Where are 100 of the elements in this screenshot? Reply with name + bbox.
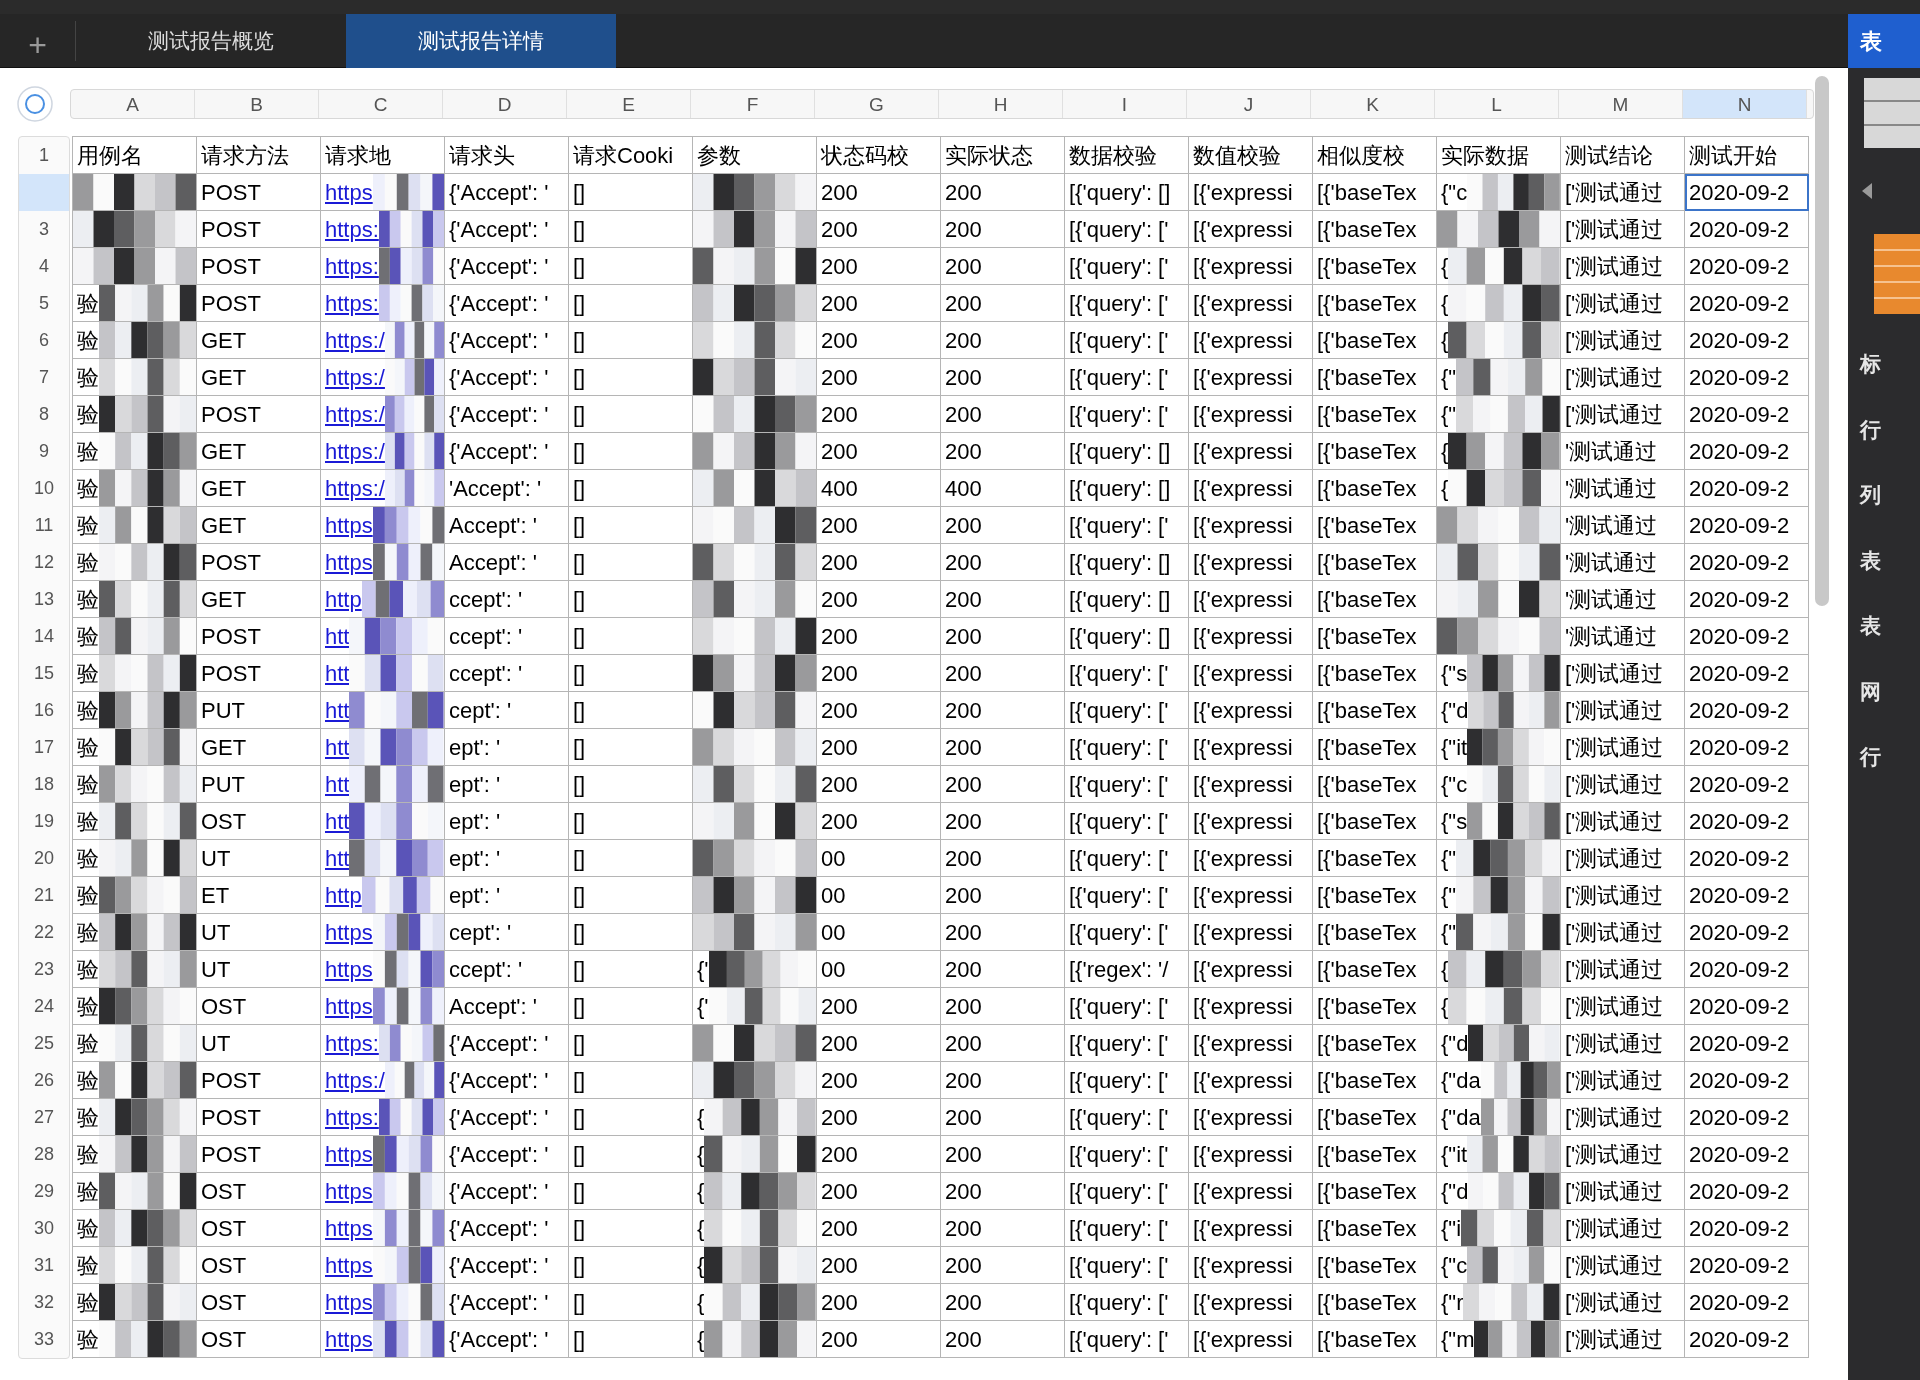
row-number[interactable]: 1	[19, 137, 69, 174]
cell-text: 200	[944, 1214, 982, 1243]
url-link[interactable]: htt	[321, 767, 350, 801]
row-number[interactable]: 22	[19, 914, 69, 951]
row-number[interactable]: 17	[19, 729, 69, 766]
cell-text: {	[696, 1214, 705, 1243]
row-number[interactable]: 13	[19, 581, 69, 618]
cell-text: PUT	[200, 770, 245, 799]
column-letter[interactable]: K	[1311, 90, 1435, 118]
cell-text: 验	[76, 1214, 99, 1243]
row-number[interactable]: 5	[19, 285, 69, 322]
url-link[interactable]: https:/	[321, 360, 385, 394]
url-link[interactable]: htt	[321, 730, 350, 764]
column-letter[interactable]: D	[443, 90, 567, 118]
url-link[interactable]: htt	[321, 619, 350, 653]
row-number[interactable]: 7	[19, 359, 69, 396]
column-letter[interactable]: E	[567, 90, 691, 118]
url-link[interactable]: htt	[321, 804, 350, 838]
url-link[interactable]: https:/	[321, 397, 385, 431]
url-link[interactable]: http	[321, 582, 362, 616]
add-tab-button[interactable]: +	[0, 20, 76, 61]
column-letter[interactable]: G	[815, 90, 939, 118]
url-link[interactable]: https	[321, 175, 373, 209]
url-link[interactable]: https	[321, 1248, 373, 1282]
url-link[interactable]: htt	[321, 656, 350, 690]
row-number[interactable]: 18	[19, 766, 69, 803]
row-number[interactable]: 6	[19, 322, 69, 359]
column-heading: 请求地	[324, 141, 391, 170]
url-link[interactable]: https:/	[321, 1063, 385, 1097]
cell-text: [{'baseTex	[1316, 733, 1417, 762]
sheet-tab[interactable]: 测试报告概览	[76, 13, 346, 68]
cell-text: 200	[944, 1251, 982, 1280]
url-link[interactable]: https	[321, 1211, 373, 1245]
row-number[interactable]: 16	[19, 692, 69, 729]
cell-text: 200	[944, 1029, 982, 1058]
url-link[interactable]: https	[321, 1285, 373, 1319]
cell-text: GET	[200, 437, 247, 466]
url-link[interactable]: https	[321, 1322, 373, 1356]
selected-cell-outline[interactable]: 2020-09-2	[1685, 174, 1809, 211]
cell-text: [{'baseTex	[1316, 1066, 1417, 1095]
row-number[interactable]: 31	[19, 1247, 69, 1284]
row-number[interactable]: 11	[19, 507, 69, 544]
column-letter[interactable]: F	[691, 90, 815, 118]
row-number[interactable]: 33	[19, 1321, 69, 1358]
url-link[interactable]: htt	[321, 841, 350, 875]
column-letter[interactable]: L	[1435, 90, 1559, 118]
url-link[interactable]: http	[321, 878, 362, 912]
row-number[interactable]: 25	[19, 1025, 69, 1062]
url-link[interactable]: https:/	[321, 471, 385, 505]
row-number[interactable]: 27	[19, 1099, 69, 1136]
row-number[interactable]: 29	[19, 1173, 69, 1210]
row-number[interactable]: 10	[19, 470, 69, 507]
left-arrow-icon[interactable]	[1860, 182, 1874, 200]
column-letter[interactable]: J	[1187, 90, 1311, 118]
row-number[interactable]: 28	[19, 1136, 69, 1173]
url-link[interactable]: https	[321, 989, 373, 1023]
url-link[interactable]: https:	[321, 1100, 379, 1134]
select-all-icon[interactable]	[16, 85, 54, 123]
cell-text: []	[572, 1325, 586, 1354]
cell-text: [{'query': []	[1068, 474, 1171, 503]
row-number[interactable]: 26	[19, 1062, 69, 1099]
url-link[interactable]: https	[321, 1137, 373, 1171]
cell-text: 200	[944, 289, 982, 318]
column-letter[interactable]: I	[1063, 90, 1187, 118]
row-number[interactable]: 32	[19, 1284, 69, 1321]
sheet-tab[interactable]: 测试报告详情	[346, 13, 616, 68]
column-letter[interactable]: B	[195, 90, 319, 118]
cell-text: [{'baseTex	[1316, 511, 1417, 540]
url-link[interactable]: https:/	[321, 323, 385, 357]
url-link[interactable]: https:	[321, 212, 379, 246]
scrollbar-thumb[interactable]	[1815, 76, 1829, 606]
url-link[interactable]: https:	[321, 286, 379, 320]
row-number[interactable]: 3	[19, 211, 69, 248]
url-link[interactable]: https	[321, 915, 373, 949]
url-link[interactable]: https	[321, 545, 373, 579]
row-number[interactable]: 19	[19, 803, 69, 840]
row-number[interactable]: 24	[19, 988, 69, 1025]
pixelation-mosaic	[372, 1284, 444, 1320]
row-number[interactable]: 14	[19, 618, 69, 655]
column-letter[interactable]: N	[1683, 90, 1807, 118]
column-letter[interactable]: A	[71, 90, 195, 118]
column-letter[interactable]: C	[319, 90, 443, 118]
cell-text: []	[572, 1177, 586, 1206]
column-letter[interactable]: H	[939, 90, 1063, 118]
url-link[interactable]: https:	[321, 249, 379, 283]
row-number[interactable]: 20	[19, 840, 69, 877]
url-link[interactable]: https:/	[321, 434, 385, 468]
row-number[interactable]: 30	[19, 1210, 69, 1247]
url-link[interactable]: https	[321, 508, 373, 542]
url-link[interactable]: https:	[321, 1026, 379, 1060]
row-number[interactable]: 8	[19, 396, 69, 433]
row-number[interactable]: 4	[19, 248, 69, 285]
row-number[interactable]: 21	[19, 877, 69, 914]
row-number[interactable]: 12	[19, 544, 69, 581]
url-link[interactable]: https	[321, 952, 373, 986]
row-number[interactable]: 9	[19, 433, 69, 470]
url-link[interactable]: htt	[321, 693, 350, 727]
row-number[interactable]: 15	[19, 655, 69, 692]
url-link[interactable]: https	[321, 1174, 373, 1208]
row-number[interactable]: 23	[19, 951, 69, 988]
